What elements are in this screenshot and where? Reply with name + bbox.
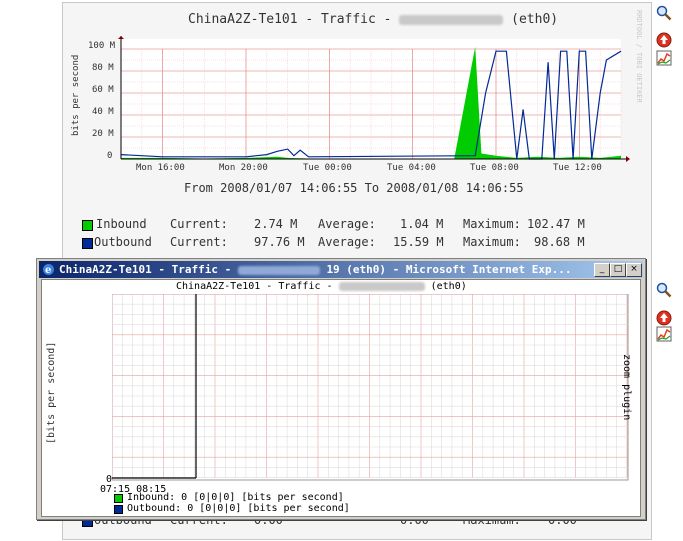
- legend-inbound-current-label: Current:: [170, 217, 228, 231]
- window-titlebar[interactable]: e ChinaA2Z-Te101 - Traffic - 19 (eth0) -…: [39, 261, 643, 278]
- ie-icon: e: [43, 264, 54, 276]
- y-tick: 0: [107, 151, 113, 161]
- popup-inbound-line: Inbound: 0 [0|0|0] [bits per second]: [127, 492, 344, 503]
- redacted-host: [237, 265, 320, 275]
- legend-outbound-name: Outbound: [94, 235, 152, 249]
- x-axis-arrow: [626, 156, 630, 162]
- maximize-button[interactable]: □: [610, 263, 626, 277]
- popup-graph: [112, 294, 629, 481]
- popup-graph-title-suffix: (eth0): [430, 281, 467, 292]
- y-tick: 100 M: [88, 41, 116, 51]
- popup-graph-title: ChinaA2Z-Te101 - Traffic - (eth0): [176, 281, 467, 292]
- zoom-popup-window[interactable]: e ChinaA2Z-Te101 - Traffic - 19 (eth0) -…: [36, 258, 646, 520]
- y-tick: 60 M: [92, 85, 114, 95]
- x-tick: Tue 12:00: [553, 163, 602, 173]
- popup-inbound-swatch: [114, 494, 123, 503]
- rrdtool-credit: RRDTOOL / TOBI OETIKER: [635, 10, 643, 103]
- magnifier-icon[interactable]: [656, 282, 672, 298]
- legend-outbound-average-label: Average:: [318, 235, 376, 249]
- redacted-host: [338, 281, 425, 291]
- graph-icon[interactable]: [656, 326, 672, 342]
- popup-outbound-swatch: [114, 505, 123, 514]
- popup-outbound-line: Outbound: 0 [0|0|0] [bits per second]: [127, 503, 350, 514]
- x-tick: Tue 00:00: [303, 163, 352, 173]
- y-axis-label: bits per second: [71, 54, 81, 136]
- magnifier-icon[interactable]: [656, 5, 672, 21]
- window-title: ChinaA2Z-Te101 - Traffic - 19 (eth0) - M…: [59, 263, 571, 276]
- legend-outbound-maximum-label: Maximum:: [463, 235, 521, 249]
- y-axis-arrow: [118, 36, 124, 39]
- legend-inbound-maximum-label: Maximum:: [463, 217, 521, 231]
- graph-title-suffix: (eth0): [511, 12, 559, 27]
- window-title-suffix: 19 (eth0) - Microsoft Internet Exp...: [326, 263, 572, 276]
- graph-icon[interactable]: [656, 50, 672, 66]
- legend-outbound-current-label: Current:: [170, 235, 228, 249]
- popup-graph-title-prefix: ChinaA2Z-Te101 - Traffic -: [176, 281, 333, 292]
- redacted-host: [399, 14, 504, 25]
- go-up-icon[interactable]: [656, 32, 672, 48]
- y-tick: 40 M: [92, 107, 114, 117]
- popup-content: ChinaA2Z-Te101 - Traffic - (eth0) [bits …: [41, 279, 641, 517]
- close-button[interactable]: ×: [626, 263, 642, 277]
- graph-title-prefix: ChinaA2Z-Te101 - Traffic -: [188, 12, 392, 27]
- y-tick: 20 M: [92, 129, 114, 139]
- x-tick: Mon 16:00: [136, 163, 185, 173]
- y-tick: 80 M: [92, 63, 114, 73]
- traffic-graph: [118, 36, 630, 162]
- legend-outbound-current: 97.76 M: [254, 235, 305, 249]
- legend-inbound-maximum: 102.47 M: [527, 217, 585, 231]
- go-up-icon[interactable]: [656, 310, 672, 326]
- legend-inbound-current: 2.74 M: [254, 217, 298, 231]
- zoom-plugin-label: zoom plugin: [621, 354, 632, 421]
- legend-outbound-average: 15.59 M: [393, 235, 444, 249]
- date-range: From 2008/01/07 14:06:55 To 2008/01/08 1…: [184, 181, 524, 195]
- popup-plot-area: [112, 294, 629, 481]
- svg-text:e: e: [45, 265, 51, 276]
- graph-title: ChinaA2Z-Te101 - Traffic - (eth0): [188, 12, 558, 27]
- legend-inbound-average: 1.04 M: [400, 217, 444, 231]
- legend-outbound-maximum: 98.68 M: [534, 235, 585, 249]
- window-title-prefix: ChinaA2Z-Te101 - Traffic -: [59, 263, 232, 276]
- x-tick: Mon 20:00: [219, 163, 268, 173]
- outbound-swatch: [82, 238, 93, 249]
- x-tick: Tue 08:00: [470, 163, 519, 173]
- inbound-swatch: [82, 220, 93, 231]
- popup-y-axis-label: [bits per second]: [46, 341, 57, 444]
- minimize-button[interactable]: _: [594, 263, 610, 277]
- legend-inbound-average-label: Average:: [318, 217, 376, 231]
- x-tick: Tue 04:00: [387, 163, 436, 173]
- legend-inbound-name: Inbound: [96, 217, 147, 231]
